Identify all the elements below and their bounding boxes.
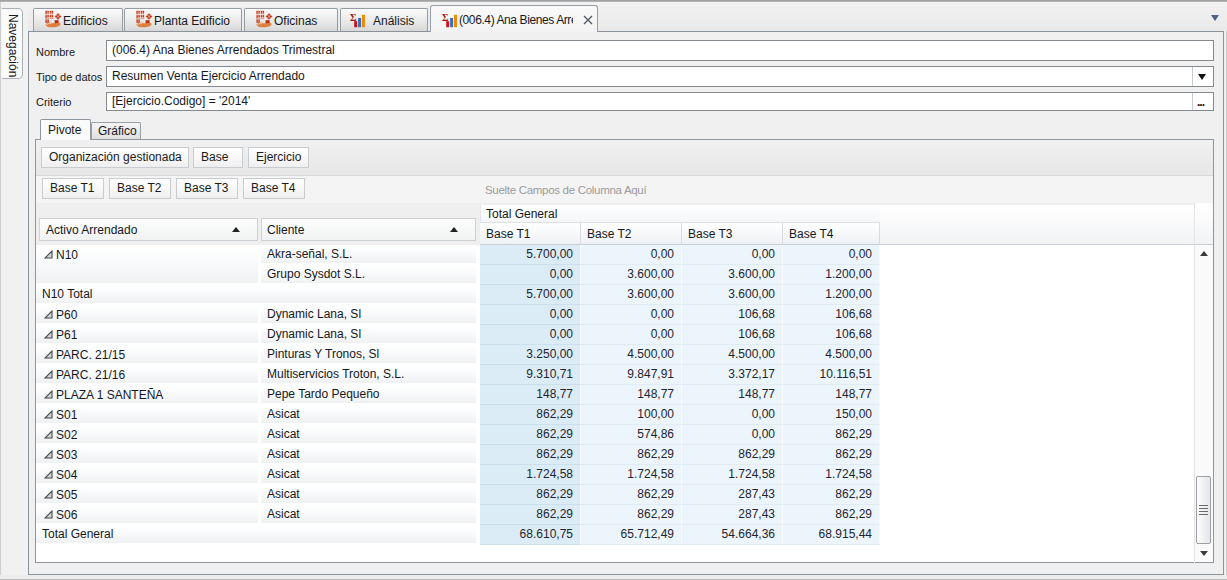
svg-text:Σ: Σ (350, 12, 357, 23)
svg-text:Σ: Σ (442, 12, 449, 23)
